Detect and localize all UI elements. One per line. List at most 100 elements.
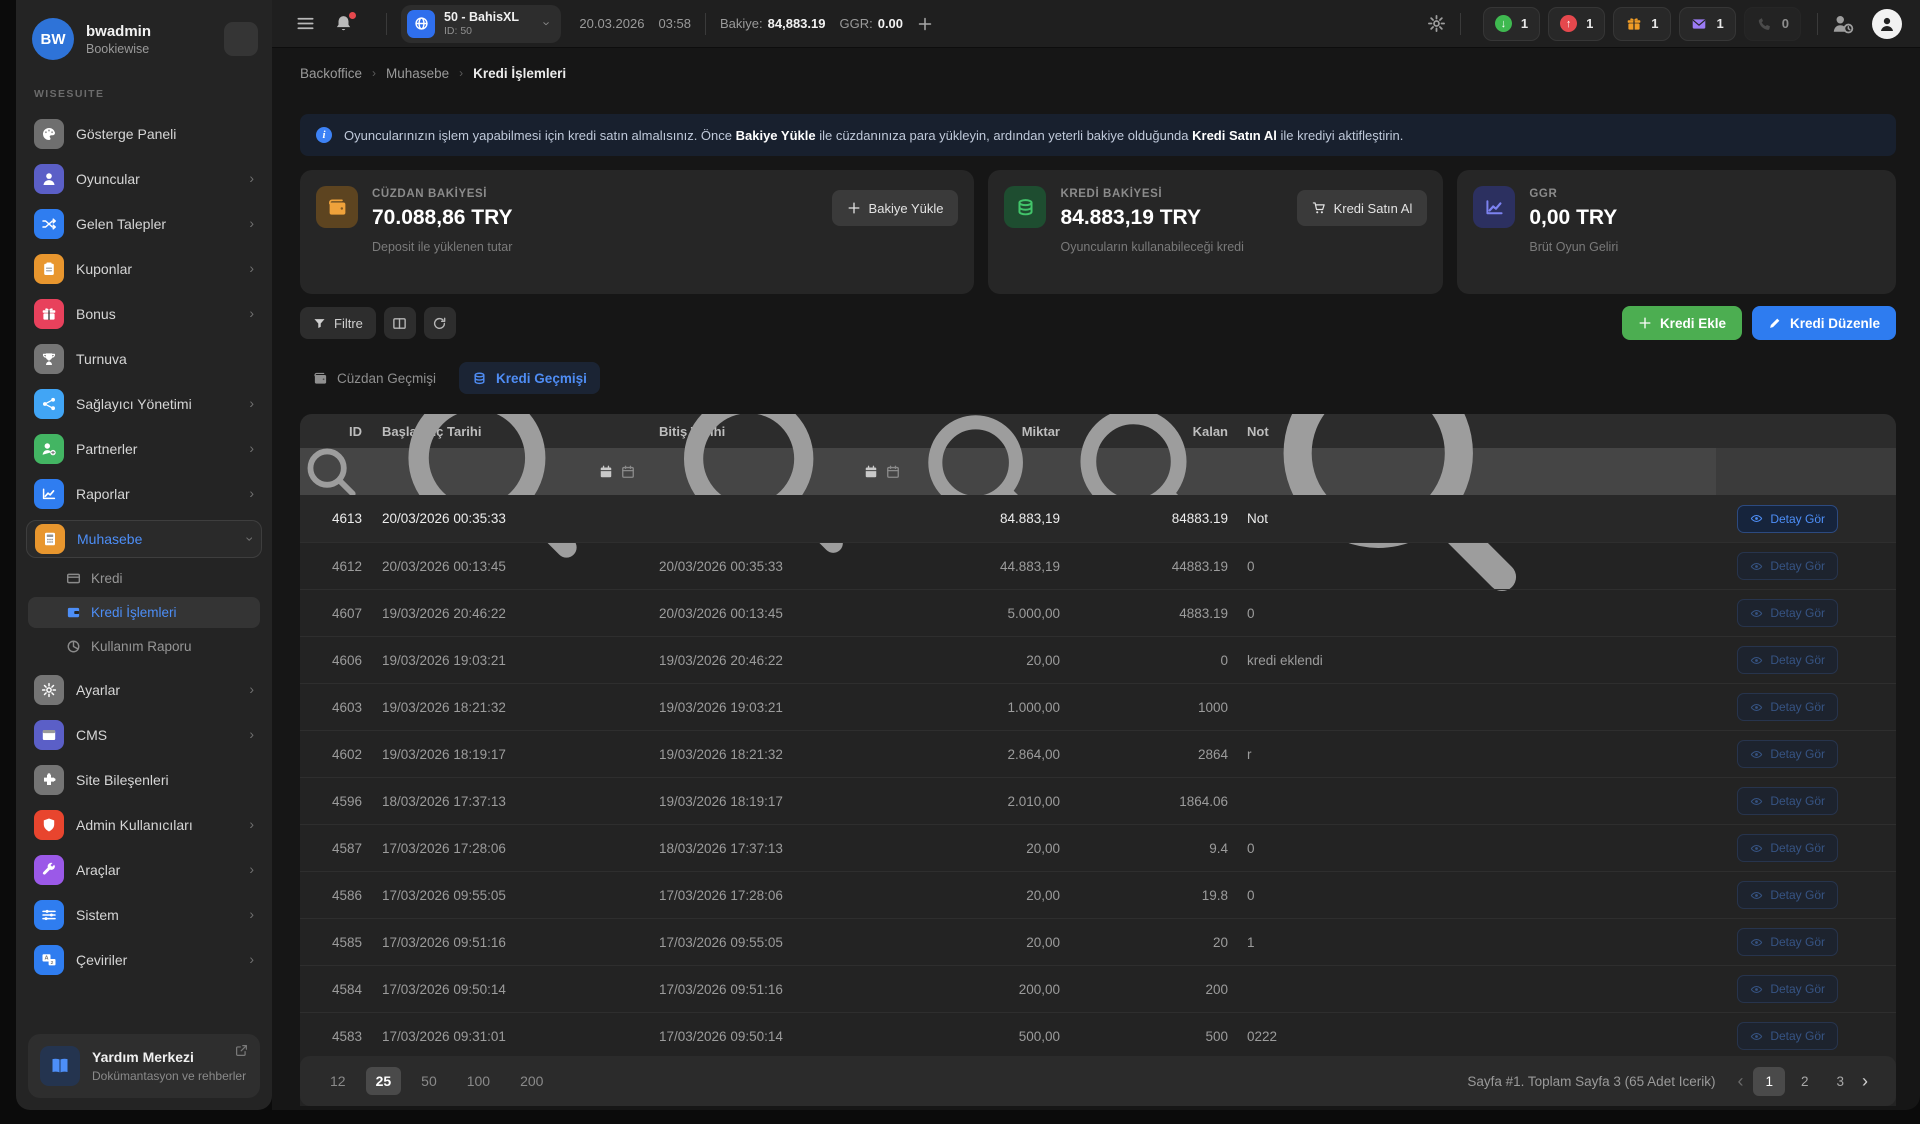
topbar-badge-phone[interactable]: 0 [1744, 7, 1801, 41]
cell-id: 4612 [300, 559, 368, 574]
topbar-badge-arrow-down-circle[interactable]: ↓1 [1483, 7, 1540, 41]
edit-credit-button[interactable]: Kredi Düzenle [1752, 306, 1896, 340]
filter-input-miktar[interactable] [910, 457, 1060, 487]
table-row[interactable]: 458517/03/2026 09:51:1617/03/2026 09:55:… [300, 918, 1896, 965]
eye-icon [1750, 512, 1763, 525]
sidebar-item-bonus[interactable]: Bonus› [26, 295, 262, 333]
sidebar-item-sistem[interactable]: Sistem› [26, 896, 262, 934]
sidebar-item-sa-lay-c-y-netimi[interactable]: Sağlayıcı Yönetimi› [26, 385, 262, 423]
table-row[interactable]: 461320/03/2026 00:35:3384.883,1984883.19… [300, 495, 1896, 542]
detail-view-button[interactable]: Detay Gör [1737, 646, 1838, 674]
detail-view-button[interactable]: Detay Gör [1737, 881, 1838, 909]
detail-view-button[interactable]: Detay Gör [1737, 975, 1838, 1003]
sidebar-item-ara-lar[interactable]: Araçlar› [26, 851, 262, 889]
sidebar-item-label: Gösterge Paneli [76, 126, 254, 142]
detail-view-button[interactable]: Detay Gör [1737, 787, 1838, 815]
cell-amount: 20,00 [910, 653, 1060, 668]
detail-view-button[interactable]: Detay Gör [1737, 552, 1838, 580]
next-page-button[interactable]: › [1862, 1071, 1868, 1092]
tab-c-zdan-ge-mi-i[interactable]: Cüzdan Geçmişi [300, 362, 449, 394]
detail-view-button[interactable]: Detay Gör [1737, 928, 1838, 956]
calendar-icon[interactable] [864, 465, 878, 479]
user-sessions-button[interactable] [1832, 13, 1854, 35]
sidebar-item-raporlar[interactable]: Raporlar› [26, 475, 262, 513]
refresh-button[interactable] [424, 307, 456, 339]
page-size-25[interactable]: 25 [366, 1067, 402, 1095]
table-row[interactable]: 458717/03/2026 17:28:0618/03/2026 17:37:… [300, 824, 1896, 871]
sidebar-item-admin-kullan-c-lar-[interactable]: Admin Kullanıcıları› [26, 806, 262, 844]
load-balance-button[interactable]: Bakiye Yükle [832, 190, 959, 226]
calendar-icon[interactable] [599, 465, 613, 479]
topbar-time: 03:58 [658, 16, 691, 31]
settings-button[interactable] [1427, 14, 1446, 33]
page-number-2[interactable]: 2 [1789, 1067, 1821, 1096]
page-number-1[interactable]: 1 [1753, 1067, 1785, 1096]
tab-kredi-ge-mi-i[interactable]: Kredi Geçmişi [459, 362, 600, 394]
table-row[interactable]: 460319/03/2026 18:21:3219/03/2026 19:03:… [300, 683, 1896, 730]
sidebar-item-ayarlar[interactable]: Ayarlar› [26, 671, 262, 709]
table-row[interactable]: 458317/03/2026 09:31:0117/03/2026 09:50:… [300, 1012, 1896, 1059]
sidebar-item--eviriler[interactable]: A2Çeviriler› [26, 941, 262, 979]
sidebar-subitem-kredi[interactable]: Kredi [28, 563, 260, 594]
table-row[interactable]: 461220/03/2026 00:13:4520/03/2026 00:35:… [300, 542, 1896, 589]
column-header-id[interactable]: ID [300, 424, 368, 439]
buy-credit-button[interactable]: Kredi Satın Al [1297, 190, 1428, 226]
workspace-dropdown[interactable]: 50 - BahisXL ID: 50 › [401, 5, 561, 43]
breadcrumb-muhasebe[interactable]: Muhasebe [386, 66, 449, 81]
hamburger-menu-button[interactable] [296, 14, 316, 34]
cell-remaining: 4883.19 [1060, 606, 1228, 621]
detail-view-button[interactable]: Detay Gör [1737, 505, 1838, 533]
sidebar-item-cms[interactable]: CMS› [26, 716, 262, 754]
topbar-badge-envelope[interactable]: 1 [1679, 7, 1736, 41]
page-number-3[interactable]: 3 [1824, 1067, 1856, 1096]
table-row[interactable]: 460619/03/2026 19:03:2119/03/2026 20:46:… [300, 636, 1896, 683]
table-row[interactable]: 460219/03/2026 18:19:1719/03/2026 18:21:… [300, 730, 1896, 777]
filter-button[interactable]: Filtre [300, 307, 376, 339]
add-credit-button[interactable]: Kredi Ekle [1622, 306, 1742, 340]
sidebar-item-kuponlar[interactable]: Kuponlar› [26, 250, 262, 288]
filter-input-ba-lang-tarihi[interactable] [368, 457, 645, 487]
breadcrumb-backoffice[interactable]: Backoffice [300, 66, 362, 81]
sidebar-item-g-sterge-paneli[interactable]: Gösterge Paneli [26, 115, 262, 153]
sidebar-item-oyuncular[interactable]: Oyuncular› [26, 160, 262, 198]
calendar-icon[interactable] [886, 465, 900, 479]
profile-button[interactable] [1872, 9, 1902, 39]
detail-view-button[interactable]: Detay Gör [1737, 599, 1838, 627]
page-size-12[interactable]: 12 [320, 1067, 356, 1095]
prev-page-button[interactable]: ‹ [1737, 1071, 1743, 1092]
table-row[interactable]: 459618/03/2026 17:37:1319/03/2026 18:19:… [300, 777, 1896, 824]
detail-view-button[interactable]: Detay Gör [1737, 1022, 1838, 1050]
wallet-card-icon [66, 605, 81, 620]
page-size-100[interactable]: 100 [457, 1067, 500, 1095]
notifications-button[interactable] [334, 14, 354, 34]
filter-input-id[interactable] [300, 457, 368, 487]
topbar-badge-gift[interactable]: 1 [1613, 7, 1670, 41]
eye-icon [1750, 795, 1763, 808]
columns-button[interactable] [384, 307, 416, 339]
table-row[interactable]: 458417/03/2026 09:50:1417/03/2026 09:51:… [300, 965, 1896, 1012]
detail-view-button[interactable]: Detay Gör [1737, 693, 1838, 721]
detail-view-button[interactable]: Detay Gör [1737, 834, 1838, 862]
cell-note: kredi eklendi [1228, 653, 1716, 668]
help-center-card[interactable]: Yardım Merkezi Dokümantasyon ve rehberle… [28, 1034, 260, 1098]
topbar-badge-arrow-up-circle[interactable]: ↑1 [1548, 7, 1605, 41]
filter-input-biti-tarihi[interactable] [645, 457, 910, 487]
sidebar-item-muhasebe[interactable]: Muhasebe› [26, 520, 262, 558]
sidebar-subitem-kullan-m-raporu[interactable]: Kullanım Raporu [28, 631, 260, 662]
add-button[interactable] [917, 16, 933, 32]
language-button[interactable] [224, 22, 258, 56]
calendar-icon[interactable] [621, 465, 635, 479]
sidebar-item-turnuva[interactable]: Turnuva [26, 340, 262, 378]
table-row[interactable]: 458617/03/2026 09:55:0517/03/2026 17:28:… [300, 871, 1896, 918]
sidebar-item-site-bile-enleri[interactable]: Site Bileşenleri [26, 761, 262, 799]
sidebar-item-partnerler[interactable]: Partnerler› [26, 430, 262, 468]
filter-input-not[interactable] [1228, 457, 1716, 487]
sidebar-subitem-kredi-i-lemleri[interactable]: Kredi İşlemleri [28, 597, 260, 628]
sidebar-item-gelen-talepler[interactable]: Gelen Talepler› [26, 205, 262, 243]
detail-view-button[interactable]: Detay Gör [1737, 740, 1838, 768]
filter-input-kalan[interactable] [1060, 457, 1228, 487]
gift-icon [34, 299, 64, 329]
table-row[interactable]: 460719/03/2026 20:46:2220/03/2026 00:13:… [300, 589, 1896, 636]
page-size-50[interactable]: 50 [411, 1067, 447, 1095]
page-size-200[interactable]: 200 [510, 1067, 553, 1095]
